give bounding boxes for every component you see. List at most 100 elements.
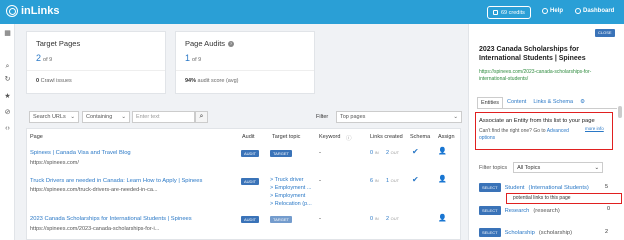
entity-subtitle: (International Students) [528, 184, 589, 191]
column-assign[interactable]: Assign [438, 134, 455, 140]
schema-check-icon: ✔ [412, 147, 419, 156]
target-topic-link[interactable]: > Employment [270, 193, 305, 199]
link-icon[interactable]: ⊘ [4, 109, 11, 116]
topic-filter-select[interactable]: All Topics ⌄ [513, 162, 604, 173]
row-page-title[interactable]: Spinees | Canada Visa and Travel Blog [30, 150, 131, 156]
select-entity-button[interactable]: SELECT [479, 206, 501, 215]
help-icon[interactable]: ? [228, 40, 235, 47]
code-icon[interactable]: ‹› [4, 125, 11, 132]
gear-icon[interactable]: ⚙ [577, 97, 588, 108]
audit-button[interactable]: AUDIT [241, 150, 259, 157]
top-navigation-bar: inLinks 69 credits Help Dashboard [0, 0, 624, 24]
entity-name[interactable]: Scholarship [505, 230, 535, 236]
tab-entities[interactable]: Entities [477, 97, 504, 108]
links-in-count: 0 [370, 150, 374, 156]
associate-entity-hint: Can't find the right one? Go to Advanced… [479, 128, 579, 142]
in-label: IN [374, 150, 379, 155]
row-keyword: - [319, 178, 321, 184]
target-pages-title: Target Pages [36, 39, 81, 48]
row-page-title[interactable]: Truck Drivers are needed in Canada: Lear… [30, 178, 202, 184]
panel-tabs: Entities Content Links & Schema ⚙ [477, 97, 588, 108]
match-type-select[interactable]: Containing ⌄ [82, 111, 130, 123]
help-label: Help [550, 8, 564, 14]
crawl-issues-label: Crawl issues [40, 78, 72, 84]
page-audits-total: of 9 [192, 57, 202, 63]
audit-score-label: audit score (avg) [197, 78, 239, 84]
row-links-out[interactable]: 2 OUT [386, 150, 399, 156]
row-page-title[interactable]: 2023 Canada Scholarships for Internation… [30, 216, 192, 222]
info-icon[interactable]: ⓘ [346, 134, 352, 142]
entity-name[interactable]: Student [505, 185, 525, 191]
links-in-count: 6 [370, 178, 374, 184]
entity-name[interactable]: Research [505, 208, 530, 214]
column-audit[interactable]: Audit [242, 134, 255, 140]
assign-user-icon[interactable]: 👤 [438, 214, 447, 222]
entity-link-count: 5 [605, 184, 609, 190]
hint-text: Can't find the right one? Go to [479, 128, 546, 134]
logo-icon [6, 5, 18, 17]
schema-check-icon: ✔ [412, 175, 419, 184]
page-filter-value: Top pages [340, 114, 366, 120]
refresh-icon[interactable]: ↻ [4, 76, 11, 83]
target-button[interactable]: TARGET [270, 216, 292, 223]
audit-button[interactable]: AUDIT [241, 178, 259, 185]
target-pages-card: Target Pages 2 of 9 0 Crawl issues [26, 31, 166, 94]
tab-links-schema[interactable]: Links & Schema [530, 97, 576, 108]
potential-links-tooltip: potential links to this page [506, 193, 622, 204]
column-page[interactable]: Page [30, 134, 43, 140]
out-label: OUT [390, 178, 400, 183]
links-out-count: 2 [386, 150, 390, 156]
dashboard-link[interactable]: Dashboard [575, 8, 614, 14]
select-entity-button[interactable]: SELECT [479, 228, 501, 237]
search-field-select[interactable]: Search URLs ⌄ [29, 111, 79, 123]
row-links-in[interactable]: 0 IN [370, 150, 379, 156]
row-links-in[interactable]: 6 IN [370, 178, 379, 184]
search-button[interactable]: ⌕ [195, 111, 208, 123]
column-keyword[interactable]: Keyword [319, 134, 340, 140]
tab-content[interactable]: Content [504, 97, 529, 108]
target-pages-value[interactable]: 2 [36, 53, 41, 63]
row-page-url: https://spinees.com/ [30, 160, 79, 166]
dashboard-label: Dashboard [583, 8, 615, 14]
page-audits-value[interactable]: 1 [185, 53, 190, 63]
app-logo[interactable]: inLinks [6, 5, 60, 17]
filter-bar: Search URLs ⌄ Containing ⌄ Enter text ⌕ [29, 111, 208, 125]
column-links-created[interactable]: Links created [370, 134, 403, 140]
row-links-out[interactable]: 2 OUT [386, 216, 399, 222]
row-links-in[interactable]: 0 IN [370, 216, 379, 222]
select-entity-button[interactable]: SELECT [479, 183, 501, 192]
assign-user-icon[interactable]: 👤 [438, 175, 447, 183]
row-keyword: - [319, 216, 321, 222]
column-target-topic[interactable]: Target topic [272, 134, 300, 140]
chevron-down-icon: ⌄ [70, 114, 75, 120]
home-icon [575, 8, 581, 14]
apps-icon[interactable]: ▦ [4, 30, 11, 37]
target-topic-link[interactable]: > Employment ... [270, 185, 311, 191]
filter-label: Filter [316, 114, 329, 120]
row-links-out[interactable]: 1 OUT [386, 178, 399, 184]
panel-page-url[interactable]: https://spinees.com/2023-canada-scholars… [479, 69, 614, 83]
assign-user-icon[interactable]: 👤 [438, 147, 447, 155]
links-in-count: 0 [370, 216, 374, 222]
page-filter-select[interactable]: Top pages ⌄ [336, 111, 462, 123]
star-icon[interactable]: ★ [4, 93, 11, 100]
target-button[interactable]: TARGET [270, 150, 292, 157]
credits-icon [493, 10, 498, 15]
target-topic-link[interactable]: > Truck driver [270, 177, 303, 183]
target-topic-link[interactable]: > Relocation (p... [270, 201, 312, 207]
chevron-down-icon: ⌄ [453, 114, 458, 120]
more-info-link[interactable]: more info [585, 126, 604, 131]
credits-button[interactable]: 69 credits [487, 6, 531, 19]
row-page-url: https://spinees.com/truck-drivers-are-ne… [30, 187, 158, 193]
search-icon[interactable]: ⌕ [4, 63, 11, 70]
match-type-value: Containing [86, 114, 113, 120]
topic-filter-row: Filter topics All Topics ⌄ [479, 162, 604, 173]
audit-button[interactable]: AUDIT [241, 216, 259, 223]
panel-scrollbar[interactable] [618, 106, 622, 118]
left-icon-sidebar: ▦ ⌕ ↻ ★ ⊘ ‹› [0, 24, 15, 240]
entity-subtitle: (research) [533, 207, 560, 214]
close-button[interactable]: CLOSE [595, 29, 615, 37]
help-link[interactable]: Help [542, 8, 563, 14]
search-text-input[interactable]: Enter text [132, 111, 195, 123]
column-schema[interactable]: Schema [410, 134, 430, 140]
